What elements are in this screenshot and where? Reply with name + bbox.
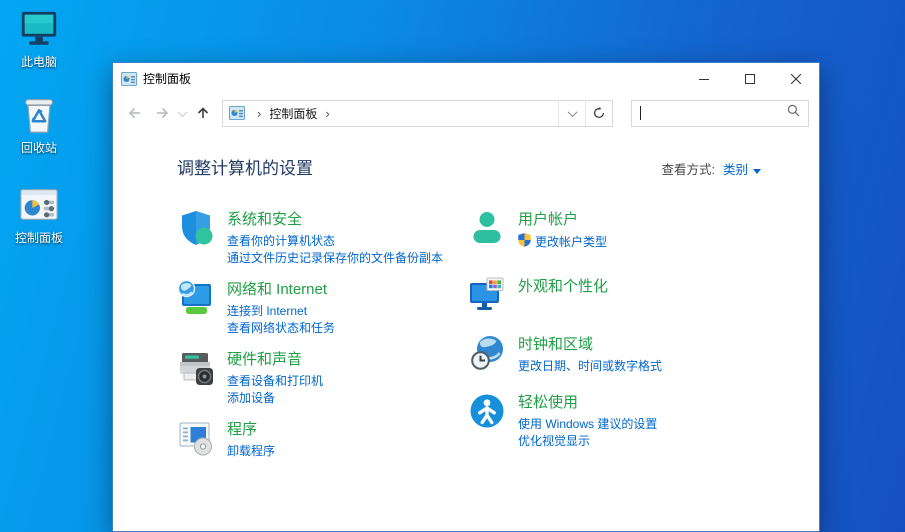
category-title-link[interactable]: 网络和 Internet — [227, 280, 327, 300]
view-by-label: 查看方式: — [661, 163, 715, 177]
clock-region-globe-icon — [468, 334, 506, 372]
category-network-internet: 网络和 Internet 连接到 Internet 查看网络状态和任务 — [177, 279, 468, 337]
this-pc-icon — [18, 8, 60, 50]
window-title: 控制面板 — [143, 72, 192, 86]
ease-of-access-icon — [468, 392, 506, 430]
recycle-bin-icon — [18, 94, 60, 136]
address-dropdown-chevron[interactable] — [558, 100, 585, 126]
category-column-right: 用户帐户 更改帐户类型 外观和个性化 时钟和区域 更改日期、时间或数字格式 轻松… — [468, 209, 759, 477]
category-user-accounts: 用户帐户 更改帐户类型 — [468, 209, 759, 255]
category-title-link[interactable]: 硬件和声音 — [227, 350, 302, 370]
refresh-button[interactable] — [585, 100, 612, 126]
address-bar[interactable]: › 控制面板 › — [222, 99, 613, 127]
category-ease-of-access: 轻松使用 使用 Windows 建议的设置 优化视觉显示 — [468, 392, 759, 450]
task-link[interactable]: 连接到 Internet — [227, 303, 335, 320]
desktop-icon-control-panel[interactable]: 控制面板 — [6, 184, 72, 246]
programs-window-disc-icon — [177, 419, 215, 457]
maximize-button[interactable] — [727, 63, 773, 94]
chevron-down-icon — [753, 169, 761, 174]
network-globe-monitor-icon — [177, 279, 215, 317]
task-link[interactable]: 添加设备 — [227, 390, 323, 407]
personalization-monitor-palette-icon — [468, 276, 506, 314]
desktop-icon-this-pc[interactable]: 此电脑 — [6, 8, 72, 70]
category-system-security: 系统和安全 查看你的计算机状态 通过文件历史记录保存你的文件备份副本 — [177, 209, 468, 267]
category-hardware-sound: 硬件和声音 查看设备和打印机 添加设备 — [177, 349, 468, 407]
task-link[interactable]: 更改日期、时间或数字格式 — [518, 358, 662, 375]
control-panel-crumb-icon — [229, 105, 245, 121]
minimize-button[interactable] — [681, 63, 727, 94]
breadcrumb-separator: › — [257, 105, 262, 121]
search-input[interactable] — [631, 99, 809, 127]
task-link-change-account-type[interactable]: 更改帐户类型 — [518, 233, 607, 252]
task-link[interactable]: 通过文件历史记录保存你的文件备份副本 — [227, 250, 443, 267]
task-link[interactable]: 查看网络状态和任务 — [227, 320, 335, 337]
control-panel-window: 控制面板 › 控制面板 › 调整计算机的设置 查看方式: 类别 系统和安全 查看… — [112, 62, 820, 532]
page-title: 调整计算机的设置 — [177, 159, 313, 178]
desktop-icon-label: 控制面板 — [14, 231, 63, 245]
breadcrumb[interactable]: › 控制面板 › — [223, 101, 558, 126]
category-title-link[interactable]: 时钟和区域 — [518, 335, 593, 355]
category-title-link[interactable]: 程序 — [227, 420, 257, 440]
task-link[interactable]: 使用 Windows 建议的设置 — [518, 416, 657, 433]
desktop-icon-label: 此电脑 — [20, 55, 57, 69]
view-by-dropdown[interactable]: 类别 — [723, 159, 761, 178]
task-link[interactable]: 查看设备和打印机 — [227, 373, 323, 390]
task-link[interactable]: 优化视觉显示 — [518, 433, 657, 450]
category-clock-region: 时钟和区域 更改日期、时间或数字格式 — [468, 334, 759, 380]
text-caret — [640, 106, 641, 120]
category-column-left: 系统和安全 查看你的计算机状态 通过文件历史记录保存你的文件备份副本 网络和 I… — [177, 209, 468, 477]
printer-speaker-icon — [177, 349, 215, 387]
category-title-link[interactable]: 用户帐户 — [518, 210, 578, 230]
category-title-link[interactable]: 轻松使用 — [518, 393, 578, 413]
close-button[interactable] — [773, 63, 819, 94]
category-title-link[interactable]: 系统和安全 — [227, 210, 302, 230]
control-panel-home: 调整计算机的设置 查看方式: 类别 系统和安全 查看你的计算机状态 通过文件历史… — [113, 132, 819, 531]
category-programs: 程序 卸载程序 — [177, 419, 468, 465]
back-button[interactable] — [121, 100, 148, 126]
category-title-link[interactable]: 外观和个性化 — [518, 277, 608, 297]
category-appearance-personalization: 外观和个性化 — [468, 276, 759, 322]
task-link[interactable]: 卸载程序 — [227, 443, 275, 460]
navigation-toolbar: › 控制面板 › — [113, 94, 819, 132]
desktop-icon-recycle-bin[interactable]: 回收站 — [6, 94, 72, 156]
view-by-control: 查看方式: 类别 — [661, 159, 761, 178]
title-bar[interactable]: 控制面板 — [113, 63, 819, 94]
task-link[interactable]: 查看你的计算机状态 — [227, 233, 443, 250]
search-icon — [787, 104, 800, 122]
forward-button[interactable] — [148, 100, 175, 126]
control-panel-app-icon — [121, 71, 137, 87]
desktop-icon-label: 回收站 — [20, 141, 57, 155]
uac-shield-icon — [518, 233, 531, 252]
breadcrumb-separator: › — [325, 105, 330, 121]
breadcrumb-item-control-panel[interactable]: 控制面板 — [269, 105, 317, 122]
security-shield-icon — [177, 209, 215, 247]
up-button[interactable] — [189, 100, 216, 126]
control-panel-icon — [18, 184, 60, 226]
user-accounts-icon — [468, 209, 506, 247]
recent-locations-chevron[interactable] — [175, 100, 189, 126]
